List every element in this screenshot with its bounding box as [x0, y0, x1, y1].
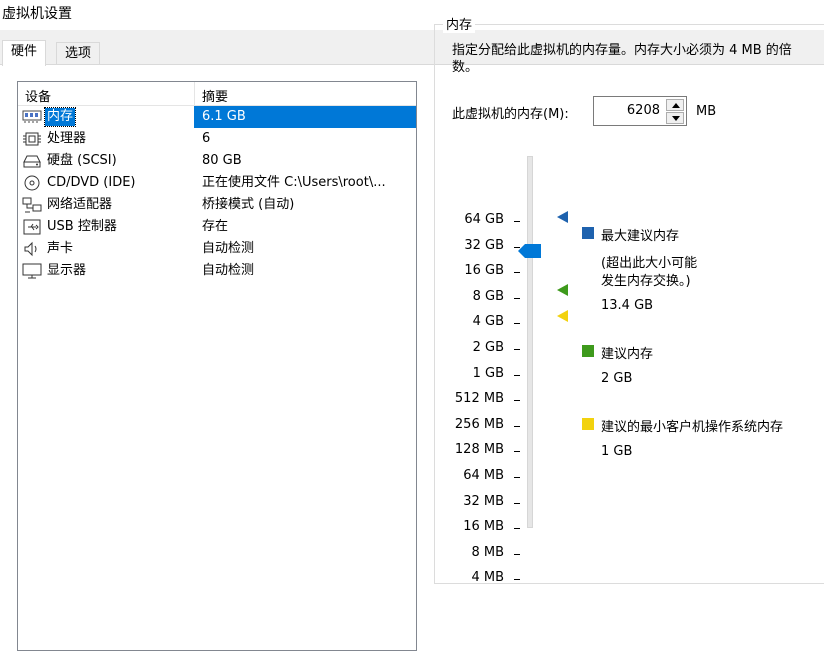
scale-label: 2 GB: [472, 340, 504, 355]
column-header-summary[interactable]: 摘要: [202, 86, 228, 105]
scale-tick: [514, 221, 520, 222]
scale-tick: [514, 502, 520, 504]
spin-up-button[interactable]: [666, 99, 684, 111]
device-list[interactable]: 设备 摘要 内存 6.1 GB 处理器 6 硬盘 (SCSI) 80 GB CD…: [17, 81, 417, 651]
tab-hardware[interactable]: 硬件: [2, 40, 47, 66]
scale-tick: [514, 451, 520, 453]
scale-label: 1 GB: [472, 365, 504, 381]
hard-disk-icon: [22, 153, 42, 169]
recommended-marker-icon: [557, 284, 568, 296]
scale-tick: [514, 297, 520, 299]
scale-label: 8 GB: [472, 288, 504, 304]
max-recommended-note-2: 发生内存交换。): [601, 274, 691, 289]
scale-label: 16 GB: [464, 263, 504, 279]
scale-label: 64 MB: [463, 468, 504, 483]
device-summary: 正在使用文件 C:\Users\root\...: [202, 175, 386, 190]
device-row-monitor[interactable]: 显示器 自动检测: [18, 260, 416, 282]
scale-tick: [514, 400, 520, 402]
recommended-value: 2 GB: [601, 371, 633, 386]
min-guest-title: 建议的最小客户机操作系统内存: [601, 420, 784, 435]
max-recommended-square-icon: [582, 227, 594, 239]
device-name: 内存: [43, 107, 77, 127]
device-row-network-adapter[interactable]: 网络适配器 桥接模式 (自动): [18, 194, 416, 216]
usb-icon: [22, 219, 42, 235]
device-name: 硬盘 (SCSI): [47, 153, 117, 168]
device-row-cpu[interactable]: 处理器 6: [18, 128, 416, 150]
scale-label: 64 GB: [464, 212, 504, 227]
scale-label: 16 MB: [463, 519, 504, 535]
device-name: 声卡: [47, 241, 74, 256]
scale-tick: [514, 349, 520, 350]
network-adapter-icon: [22, 197, 42, 213]
window-title: 虚拟机设置: [2, 6, 72, 22]
max-recommended-note-1: (超出此大小可能: [601, 256, 698, 271]
recommended-title: 建议内存: [601, 347, 654, 362]
device-summary: 自动检测: [202, 263, 255, 278]
memory-slider-thumb[interactable]: [518, 243, 542, 259]
device-name: CD/DVD (IDE): [47, 175, 136, 190]
scale-tick: [514, 323, 520, 325]
scale-label: 32 GB: [464, 237, 504, 253]
device-name: 显示器: [47, 263, 87, 278]
scale-label: 128 MB: [454, 442, 504, 458]
memory-unit: MB: [696, 104, 717, 119]
device-row-memory[interactable]: 内存 6.1 GB: [18, 106, 416, 128]
memory-description: 指定分配给此虚拟机的内存量。内存大小必须为 4 MB 的倍数。: [452, 43, 792, 75]
arrow-up-icon: [672, 103, 680, 108]
max-recommended-title: 最大建议内存: [601, 229, 680, 244]
memory-slider-track[interactable]: [527, 156, 533, 528]
memory-icon: [22, 109, 42, 125]
scale-tick: [514, 374, 520, 376]
scale-tick: [514, 553, 520, 555]
min-guest-value: 1 GB: [601, 444, 633, 459]
device-row-usb-controller[interactable]: USB 控制器 存在: [18, 216, 416, 238]
memory-value-input[interactable]: 6208: [627, 103, 660, 118]
device-summary: 存在: [202, 219, 229, 234]
device-row-hard-disk[interactable]: 硬盘 (SCSI) 80 GB: [18, 150, 416, 172]
scale-tick: [514, 425, 520, 427]
device-summary: 自动检测: [202, 241, 255, 256]
spin-down-button[interactable]: [666, 112, 684, 124]
scale-label: 8 MB: [471, 544, 504, 560]
sound-card-icon: [22, 241, 42, 257]
list-header: 设备 摘要: [18, 82, 416, 106]
device-row-sound-card[interactable]: 声卡 自动检测: [18, 238, 416, 260]
column-header-device[interactable]: 设备: [25, 86, 51, 105]
cpu-icon: [22, 131, 42, 147]
device-name: 网络适配器: [47, 197, 113, 212]
device-name: USB 控制器: [47, 219, 117, 234]
min-guest-square-icon: [582, 418, 594, 430]
tab-options[interactable]: 选项: [56, 42, 101, 66]
scale-label: 32 MB: [463, 493, 504, 509]
memory-field-label: 此虚拟机的内存(M):: [452, 107, 569, 122]
scale-label: 256 MB: [454, 416, 504, 432]
memory-group-title: 内存: [443, 14, 476, 33]
arrow-down-icon: [672, 116, 680, 121]
cd-dvd-icon: [22, 175, 42, 191]
min-guest-marker-icon: [557, 310, 568, 322]
scale-label: 4 MB: [471, 570, 504, 586]
device-summary: 6.1 GB: [202, 109, 246, 124]
max-recommended-marker-icon: [557, 211, 568, 223]
device-row-cd-dvd[interactable]: CD/DVD (IDE) 正在使用文件 C:\Users\root\...: [18, 172, 416, 194]
device-summary: 6: [202, 131, 211, 146]
scale-tick: [514, 272, 520, 274]
device-name: 处理器: [47, 131, 87, 146]
recommended-square-icon: [582, 345, 594, 357]
scale-label: 4 GB: [472, 314, 504, 330]
scale-tick: [514, 528, 520, 530]
scale-tick: [514, 579, 520, 581]
monitor-icon: [22, 263, 42, 279]
device-summary: 桥接模式 (自动): [202, 197, 295, 212]
max-recommended-value: 13.4 GB: [601, 298, 654, 313]
scale-tick: [514, 477, 520, 478]
device-summary: 80 GB: [202, 153, 242, 168]
scale-label: 512 MB: [454, 391, 504, 407]
memory-spinbox[interactable]: 6208: [593, 96, 687, 126]
